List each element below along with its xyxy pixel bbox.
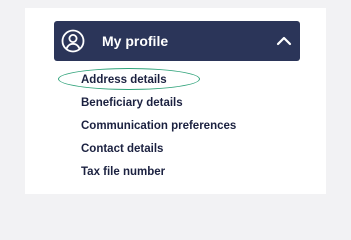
menu-item-address-details[interactable]: Address details <box>81 72 236 95</box>
my-profile-title: My profile <box>102 33 169 49</box>
my-profile-header[interactable]: My profile <box>54 21 300 61</box>
menu-item-tax-file-number[interactable]: Tax file number <box>81 164 236 187</box>
user-circle-icon <box>61 29 85 53</box>
menu-item-contact-details[interactable]: Contact details <box>81 141 236 164</box>
menu-item-communication-preferences[interactable]: Communication preferences <box>81 118 236 141</box>
menu-item-beneficiary-details[interactable]: Beneficiary details <box>81 95 236 118</box>
profile-submenu: Address details Beneficiary details Comm… <box>81 72 236 187</box>
chevron-up-icon[interactable] <box>276 34 292 48</box>
